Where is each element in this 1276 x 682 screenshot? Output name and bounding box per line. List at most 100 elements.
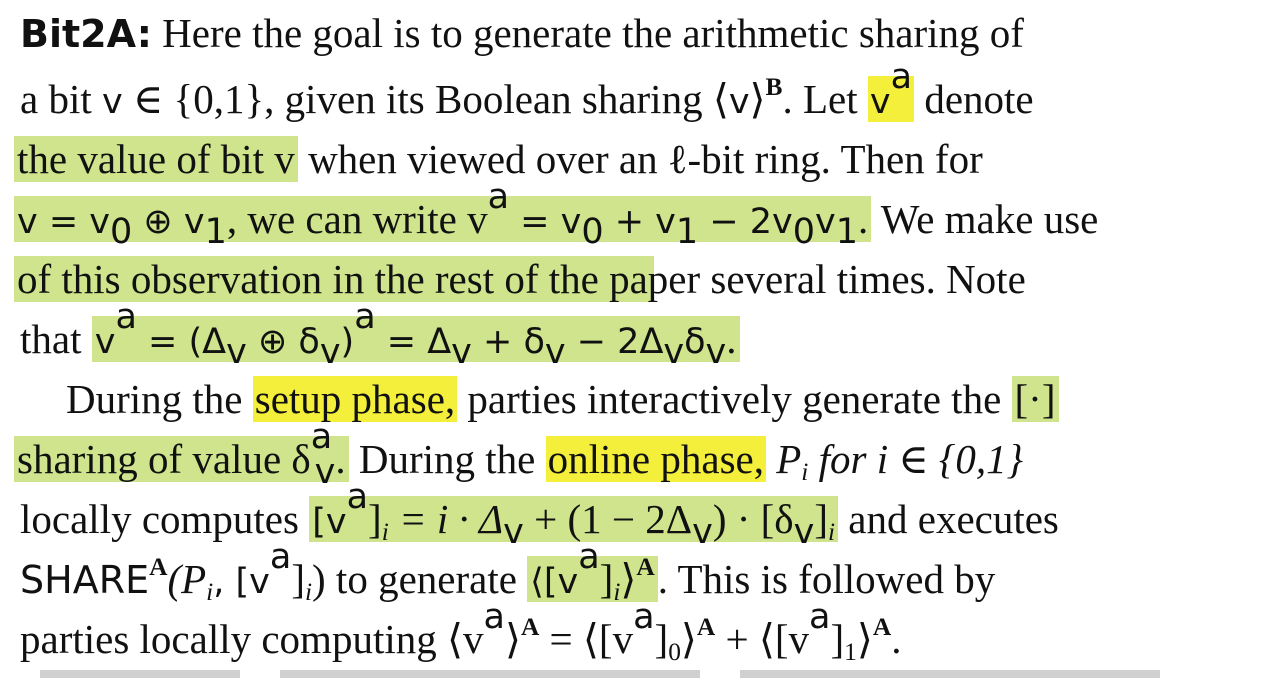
text-fragment: that [20,316,92,362]
text-fragment: a bit [20,76,102,122]
highlight-local-compute: [va]i = i · Δv + (1 − 2Δv) · [δv]i [309,479,839,549]
text-fragment: ) to generate [312,556,528,602]
text-fragment: , we can write v [226,196,488,242]
math: = Δ [375,322,452,362]
math: + δ [471,322,545,362]
math-sub: v [226,331,247,372]
math-sub: 1 [204,211,227,252]
math-var: v [101,82,123,122]
highlight-delta-formula: va = (Δv ⊕ δv)a = Δv + δv − 2Δvδv. [91,299,740,369]
math-sub: v [544,331,566,372]
math-sup: a [633,596,655,637]
math: [v [312,502,347,542]
highlight-va: va [867,59,915,122]
math-sub: 1 [844,638,857,667]
math-sub: 0 [110,211,133,252]
math-sub: i [206,578,214,607]
text-fragment: ∈ {0,1}, given its Boolean sharing ⟨ [122,76,729,122]
math-sup: A [636,552,655,581]
math-sup: a [115,296,137,337]
math: ⊕ δ [246,322,320,362]
math: ] [599,556,614,602]
math: (P [167,556,207,602]
text-fragment: and executes [838,496,1059,542]
highlight-bracket: [·] [1011,376,1059,422]
text-line-9: locally computes [va]i = i · Δv + (1 − 2… [20,479,1059,551]
math-sup: a [890,56,913,97]
math: = v [509,202,582,242]
highlight-xor-formula: v = v0 ⊕ v1, we can write va = v0 + v1 −… [14,179,872,249]
math-sub: 1 [835,211,859,252]
text-line-7: During the setup phase, parties interact… [66,370,1059,428]
text-fragment: During the [348,436,546,482]
text-fragment: During the [66,376,253,422]
text-fragment: . Let [782,76,868,122]
line1-text: Here the goal is to generate the arithme… [162,10,1024,56]
math: ] [814,496,828,542]
math-sup: a [269,536,292,577]
math-sub: 0 [581,211,604,252]
text-fragment: when viewed over an ℓ-bit ring. Then for [297,136,983,182]
math: δ [684,322,706,362]
text-line-10: SHAREA(Pi, [va]i) to generate ⟨[va]i⟩A. … [20,539,996,611]
text-fragment: locally computes [20,496,310,542]
math: = i · Δ [388,496,504,542]
math-party: P [765,436,802,482]
cut-off-fragment [280,670,700,678]
math: + v [603,202,676,242]
highlight-observation: of this observation in the rest of the p… [14,256,1029,302]
math-sup: a [483,596,505,637]
text-line-1: Bit2A: Here the goal is to generate the … [20,4,1024,63]
text-fragment: . [891,616,902,662]
math: ⟨[v [530,562,579,602]
math-sub: v [705,331,727,372]
share-function: SHARE [20,558,150,602]
text-fragment: . [335,436,346,482]
math-sup: A [520,612,540,641]
math-sub: 0 [792,211,816,252]
text-line-2: a bit v ∈ {0,1}, given its Boolean shari… [20,59,1034,131]
math-sub: 1 [675,211,699,252]
cut-off-fragment [740,670,1160,678]
math-sup: A [872,612,892,641]
paper-excerpt: Bit2A: Here the goal is to generate the … [0,0,1276,682]
math-sub: i [304,578,313,607]
math-sub: v [503,511,524,552]
math: , [v [213,562,270,602]
bit2a-heading: Bit2A: [20,12,152,56]
math: ⟩ [620,556,637,602]
math-sup: a [487,176,510,217]
math-sup: a [310,416,333,457]
math-sub: v [314,451,336,492]
text-fragment: . This is followed by [657,556,996,602]
text-fragment: sharing of value δ [17,436,311,482]
cut-off-line [0,668,1276,682]
math-sup: a [354,296,376,337]
math-sub: i [801,458,809,487]
text-fragment: parties interactively generate the [457,376,1012,422]
highlight-generate-share: ⟨[va]i⟩A [527,539,658,605]
cut-off-fragment [40,670,240,678]
text-fragment: for i ∈ {0,1} [808,436,1023,482]
math: + ⟨[v [715,616,810,662]
math: v = v [17,202,111,242]
text-fragment: parties locally computing ⟨v [20,616,484,662]
math-sub: v [793,511,815,552]
math: ⟩ [504,616,521,662]
math: ] [830,616,845,662]
text-fragment: denote [914,76,1034,122]
math: = (Δ [136,322,227,362]
math-var: v [728,82,750,122]
text-line-5: of this observation in the rest of the p… [14,250,1029,308]
text-fragment: . [858,196,869,242]
math-sub: v [319,331,341,372]
math: v [815,202,836,242]
highlight-sharing-value: sharing of value δav. [14,419,349,489]
math: ] [368,496,382,542]
math: = ⟨[v [539,616,634,662]
highlight-setup-phase: setup phase, [252,376,458,422]
math: ] [654,616,669,662]
math-sub: i [827,518,836,547]
math-sup: a [578,536,600,577]
text-fragment: . [726,316,737,362]
